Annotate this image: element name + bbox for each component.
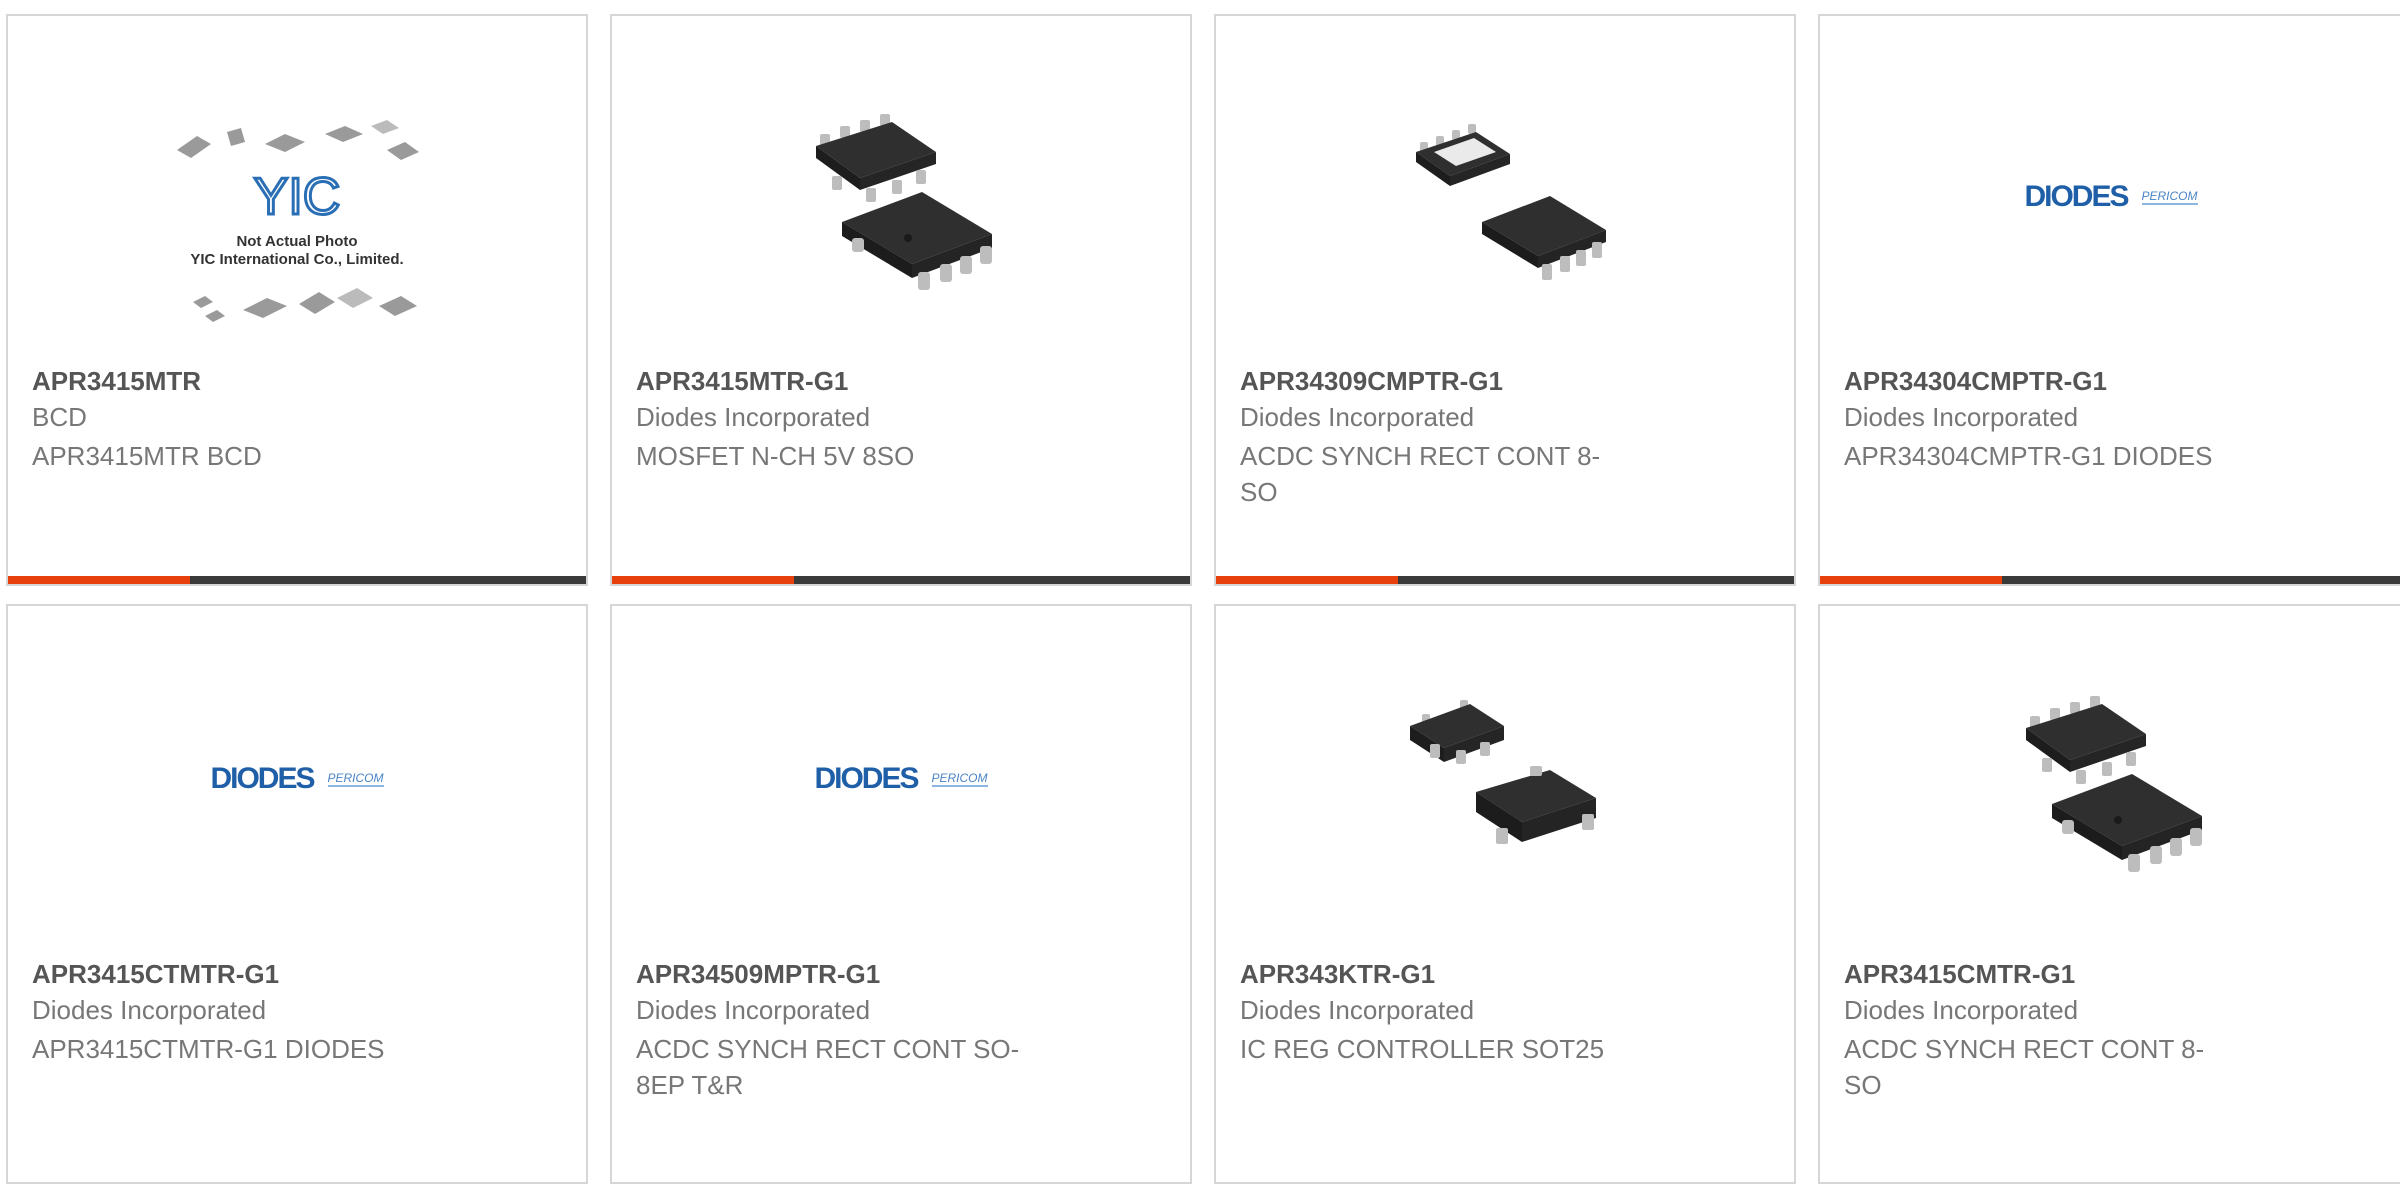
part-number-link[interactable]: APR34509MPTR-G1 [636, 959, 880, 990]
card-accent-bar [612, 576, 794, 584]
product-image[interactable]: YIC Not Actual Photo YIC International C… [157, 106, 437, 366]
product-card[interactable]: DIODES PERICOM APR34304CMPTR-G1 Diodes I… [1818, 14, 2400, 586]
product-image[interactable]: DIODES PERICOM [192, 674, 402, 884]
diodes-logo: DIODES PERICOM [210, 762, 384, 796]
product-image[interactable]: DIODES PERICOM [796, 674, 1006, 884]
product-card[interactable]: APR3415MTR-G1 Diodes Incorporated MOSFET… [610, 14, 1192, 586]
product-image[interactable]: DIODES PERICOM [2006, 92, 2216, 302]
card-accent-bar [1216, 576, 1398, 584]
product-image[interactable] [2006, 674, 2216, 884]
manufacturer-label: Diodes Incorporated [32, 995, 267, 1025]
manufacturer-label: Diodes Incorporated [636, 402, 871, 432]
placeholder-chip-collage-icon: YIC Not Actual Photo YIC International C… [177, 120, 419, 322]
pericom-logo-text: PERICOM [931, 771, 988, 787]
description-text: IC REG CONTROLLER SOT25 [1240, 1034, 1605, 1064]
product-card[interactable]: DIODES PERICOM APR3415CTMTR-G1 Diodes In… [6, 604, 588, 1184]
card-bottom-bar [612, 576, 1190, 584]
diodes-logo: DIODES PERICOM [814, 762, 988, 796]
part-number-link[interactable]: APR34304CMPTR-G1 [1844, 366, 2107, 397]
product-image[interactable] [1400, 674, 1610, 884]
so8-chip-icon [2026, 696, 2202, 872]
part-number-link[interactable]: APR3415MTR [32, 366, 201, 397]
svg-text:Not Actual Photo: Not Actual Photo [236, 233, 357, 250]
card-bottom-bar [8, 576, 586, 584]
manufacturer-label: Diodes Incorporated [1240, 402, 1475, 432]
description-text: MOSFET N-CH 5V 8SO [636, 441, 915, 471]
manufacturer-label: Diodes Incorporated [636, 995, 871, 1025]
manufacturer-label: Diodes Incorporated [1240, 995, 1475, 1025]
product-card[interactable]: APR343KTR-G1 Diodes Incorporated IC REG … [1214, 604, 1796, 1184]
product-card[interactable]: APR3415CMTR-G1 Diodes Incorporated ACDC … [1818, 604, 2400, 1184]
card-bottom-bar [1820, 576, 2400, 584]
description-text: ACDC SYNCH RECT CONT 8-SO [1844, 1034, 2205, 1100]
part-number-link[interactable]: APR3415CMTR-G1 [1844, 959, 2075, 990]
description-text: ACDC SYNCH RECT CONT SO-8EP T&R [636, 1034, 1020, 1100]
part-number-link[interactable]: APR34309CMPTR-G1 [1240, 366, 1503, 397]
product-card[interactable]: APR34309CMPTR-G1 Diodes Incorporated ACD… [1214, 14, 1796, 586]
svg-text:YIC International Co., Limited: YIC International Co., Limited. [190, 251, 403, 268]
product-card[interactable]: YIC Not Actual Photo YIC International C… [6, 14, 588, 586]
part-number-link[interactable]: APR343KTR-G1 [1240, 959, 1435, 990]
pericom-logo-text: PERICOM [327, 771, 384, 787]
card-accent-bar [8, 576, 190, 584]
so8-chip-icon [1416, 124, 1606, 280]
product-image[interactable] [1400, 92, 1610, 302]
description-text: APR3415CTMTR-G1 DIODES [32, 1034, 385, 1064]
pericom-logo-text: PERICOM [2141, 189, 2198, 205]
card-bottom-bar [1216, 576, 1794, 584]
diodes-logo: DIODES PERICOM [2024, 180, 2198, 214]
product-image[interactable] [796, 92, 1006, 302]
manufacturer-label: Diodes Incorporated [1844, 995, 2079, 1025]
diodes-logo-text: DIODES [2024, 180, 2129, 213]
diodes-logo-text: DIODES [210, 762, 315, 795]
so8-chip-icon [816, 114, 992, 290]
description-text: ACDC SYNCH RECT CONT 8-SO [1240, 441, 1601, 507]
manufacturer-label: Diodes Incorporated [1844, 402, 2079, 432]
part-number-link[interactable]: APR3415MTR-G1 [636, 366, 848, 397]
part-number-link[interactable]: APR3415CTMTR-G1 [32, 959, 279, 990]
manufacturer-label: BCD [32, 402, 87, 432]
svg-text:YIC: YIC [254, 168, 341, 226]
diodes-logo-text: DIODES [814, 762, 919, 795]
sot25-chip-icon [1410, 700, 1596, 844]
card-accent-bar [1820, 576, 2002, 584]
description-text: APR34304CMPTR-G1 DIODES [1844, 441, 2213, 471]
description-text: APR3415MTR BCD [32, 441, 262, 471]
product-card[interactable]: DIODES PERICOM APR34509MPTR-G1 Diodes In… [610, 604, 1192, 1184]
